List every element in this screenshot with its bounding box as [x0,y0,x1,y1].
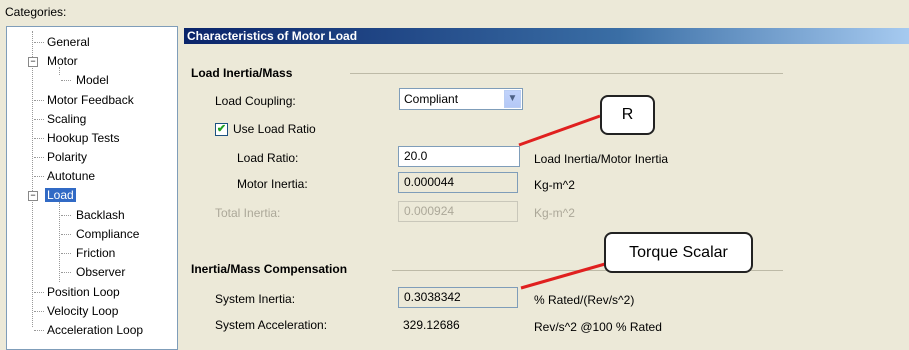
callout-lines [518,114,606,290]
callout-torque-line [520,262,606,290]
callout-r-line [518,114,601,147]
callout-torque-scalar: Torque Scalar [604,232,753,273]
callout-r: R [600,95,655,135]
